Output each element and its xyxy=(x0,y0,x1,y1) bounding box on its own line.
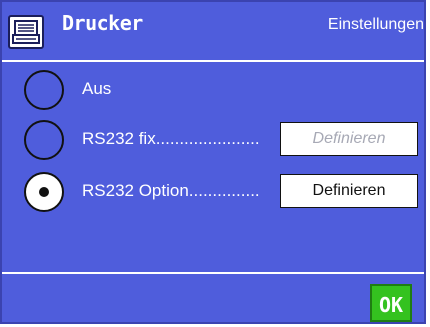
page-title: Drucker xyxy=(62,11,143,35)
printer-settings-screen: Drucker Einstellungen Aus RS232 fix.....… xyxy=(0,0,426,324)
printer-icon xyxy=(8,15,44,49)
options-panel: Aus RS232 fix...................... Defi… xyxy=(2,60,424,274)
option-row-rs232-option: RS232 Option............... Definieren xyxy=(2,172,424,212)
option-row-aus: Aus xyxy=(2,70,424,110)
page-subtitle: Einstellungen xyxy=(327,16,424,33)
title-bar: Drucker Einstellungen xyxy=(2,2,424,60)
radio-rs232-fix[interactable] xyxy=(24,120,64,160)
option-label-aus: Aus xyxy=(82,79,112,98)
define-button-rs232-option[interactable]: Definieren xyxy=(280,174,418,208)
define-button-rs232-fix[interactable]: Definieren xyxy=(280,122,418,156)
option-label-rs232-fix: RS232 fix...................... xyxy=(82,129,260,148)
ok-button[interactable]: OK xyxy=(370,284,412,322)
option-label-rs232-option: RS232 Option............... xyxy=(82,181,260,200)
radio-rs232-option[interactable] xyxy=(24,172,64,212)
radio-aus[interactable] xyxy=(24,70,64,110)
footer-bar: OK xyxy=(2,274,424,322)
option-row-rs232-fix: RS232 fix...................... Definier… xyxy=(2,120,424,160)
